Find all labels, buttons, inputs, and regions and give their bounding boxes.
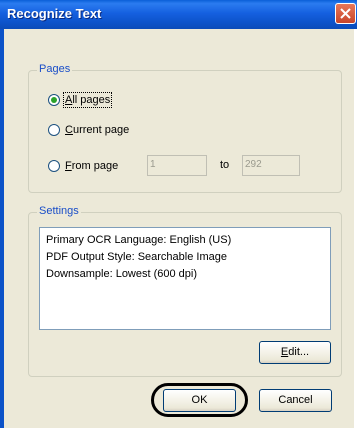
from-page-input[interactable]: 1 (147, 155, 207, 176)
to-page-input[interactable]: 292 (242, 155, 300, 176)
settings-line-ocr-language: Primary OCR Language: English (US) (46, 234, 232, 246)
pages-group-label: Pages (37, 63, 73, 75)
radio-all-pages[interactable]: All pages (48, 92, 113, 108)
settings-group-label: Settings (37, 205, 81, 217)
recognize-text-dialog: Recognize Text Pages All pages Current p… (0, 0, 357, 428)
edit-button[interactable]: Edit... (259, 341, 331, 364)
all-pages-label: All pages (62, 92, 113, 108)
radio-current-page[interactable]: Current page (48, 122, 129, 138)
all-pages-radio-button[interactable] (48, 94, 60, 106)
settings-summary: Primary OCR Language: English (US) PDF O… (39, 227, 331, 330)
close-icon (340, 8, 351, 19)
settings-line-output-style: PDF Output Style: Searchable Image (46, 251, 227, 263)
title-bar[interactable]: Recognize Text (0, 0, 357, 29)
cancel-button[interactable]: Cancel (259, 389, 332, 412)
to-label: to (220, 159, 230, 171)
current-page-radio-button[interactable] (48, 124, 60, 136)
radio-from-page[interactable]: From page (48, 158, 118, 174)
close-button[interactable] (335, 3, 356, 24)
current-page-label: Current page (65, 124, 130, 136)
window-frame-left (0, 29, 4, 428)
settings-line-downsample: Downsample: Lowest (600 dpi) (46, 268, 198, 280)
from-page-radio-button[interactable] (48, 160, 60, 172)
dialog-title: Recognize Text (7, 6, 102, 21)
from-page-label: From page (65, 160, 119, 172)
ok-highlight-ring (151, 383, 248, 417)
